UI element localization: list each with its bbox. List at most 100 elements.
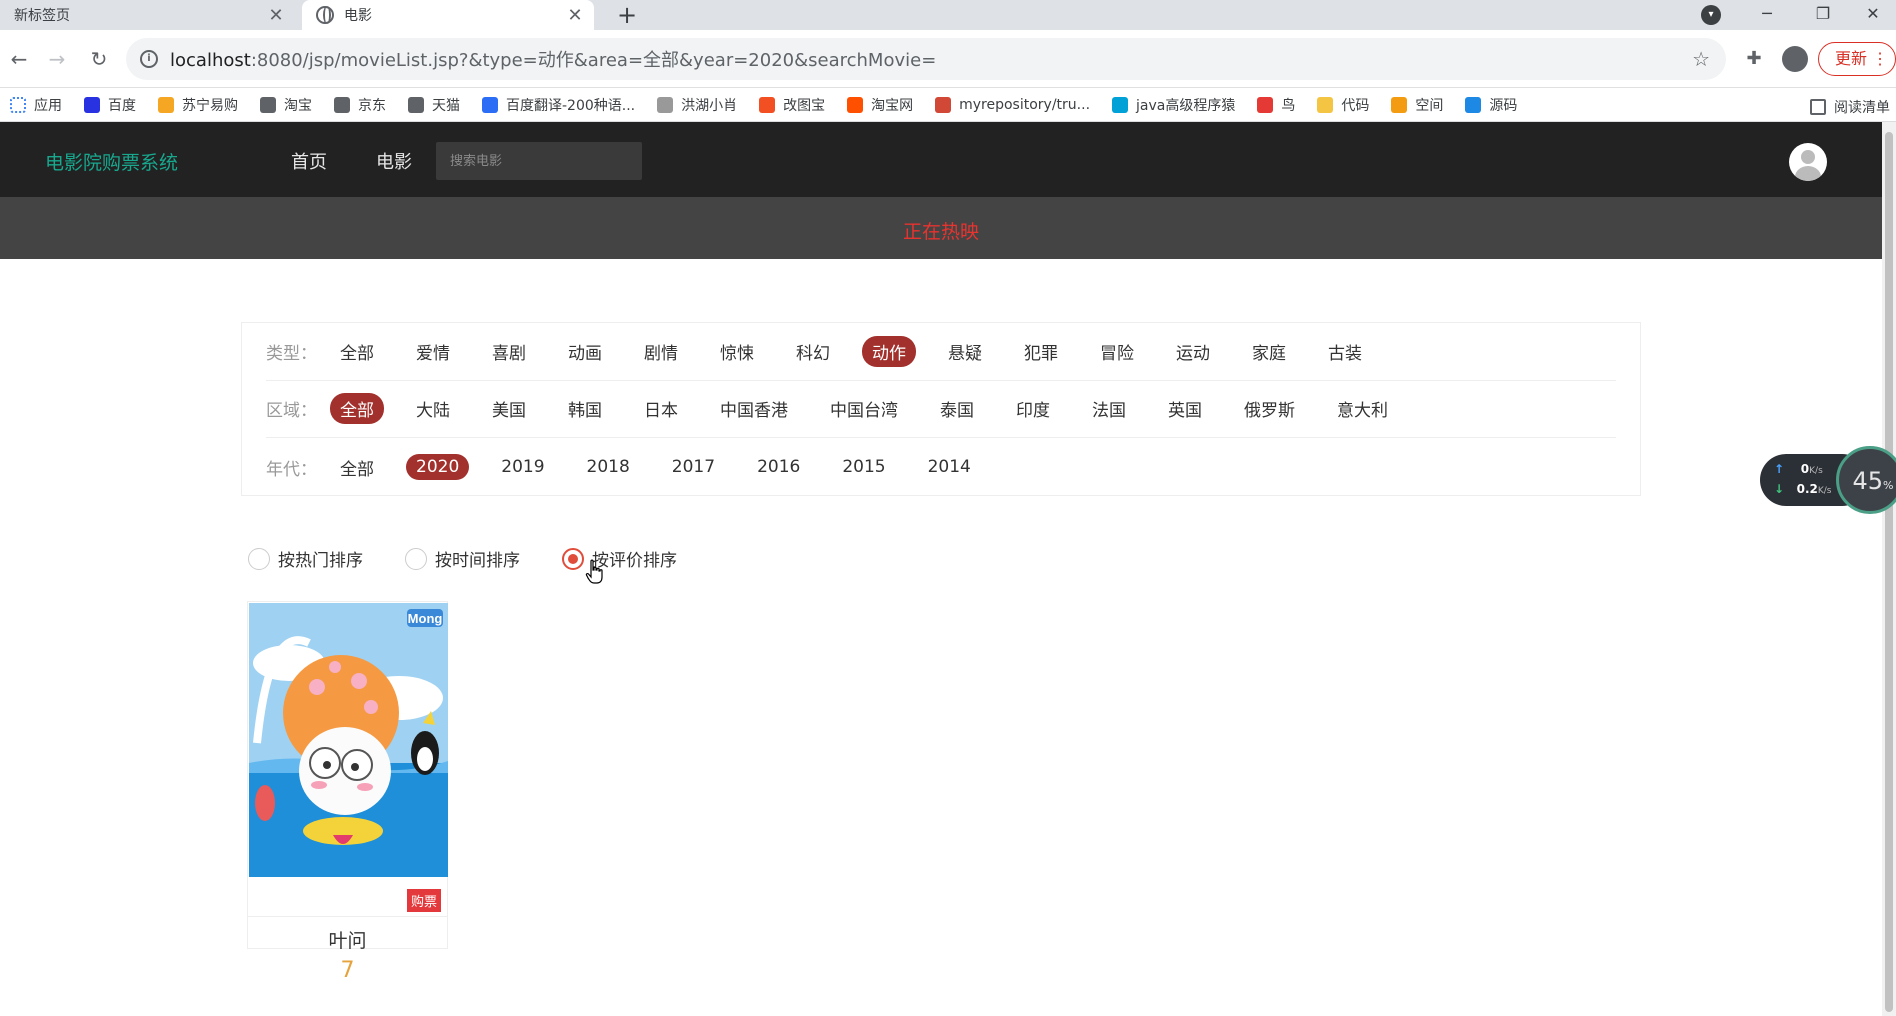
back-button[interactable]: ←: [4, 44, 34, 74]
filter-chip-type[interactable]: 惊悚: [710, 336, 764, 367]
bookmark-item[interactable]: 源码: [1465, 95, 1517, 115]
filter-chip-type[interactable]: 喜剧: [482, 336, 536, 367]
filter-chip-type[interactable]: 冒险: [1090, 336, 1144, 367]
sort-radio[interactable]: [405, 547, 427, 570]
chevron-down-icon[interactable]: ▾: [1701, 5, 1721, 25]
filter-chip-area[interactable]: 大陆: [406, 393, 460, 424]
filter-chip-area[interactable]: 美国: [482, 393, 536, 424]
tab-new-tab[interactable]: 新标签页 ✕: [0, 0, 295, 30]
filter-row-type: 类型： 全部 爱情 喜剧 动画 剧情 惊悚 科幻 动作 悬疑 犯罪 冒险 运动 家庭 古装: [266, 323, 1616, 381]
filter-chip-area[interactable]: 印度: [1006, 393, 1060, 424]
minimize-button[interactable]: ─: [1744, 0, 1790, 30]
filter-chip-year[interactable]: 2015: [832, 454, 895, 480]
filter-chip-area[interactable]: 泰国: [930, 393, 984, 424]
page-scrollbar[interactable]: [1882, 122, 1896, 1016]
bookmark-item[interactable]: 淘宝: [260, 95, 312, 115]
usage-ring: 45%: [1836, 446, 1896, 514]
filter-chip-area[interactable]: 中国台湾: [820, 393, 908, 424]
filter-chip-type[interactable]: 家庭: [1242, 336, 1296, 367]
filter-chip-area[interactable]: 法国: [1082, 393, 1136, 424]
filter-chip-area[interactable]: 英国: [1158, 393, 1212, 424]
forward-button[interactable]: →: [42, 44, 72, 74]
filter-chip-year[interactable]: 2017: [662, 454, 725, 480]
sort-option[interactable]: 按评价排序: [562, 546, 677, 571]
filter-chip-type[interactable]: 古装: [1318, 336, 1372, 367]
nav-movies-link[interactable]: 电影: [376, 148, 412, 174]
filter-chip-year[interactable]: 2014: [918, 454, 981, 480]
filter-chip-year[interactable]: 2019: [491, 454, 554, 480]
sort-option[interactable]: 按热门排序: [248, 546, 363, 571]
download-arrow-icon: ↓: [1774, 482, 1785, 496]
profile-avatar[interactable]: [1782, 46, 1808, 72]
bookmark-item[interactable]: 淘宝网: [847, 95, 913, 115]
reload-button[interactable]: ↻: [84, 44, 114, 74]
hero-banner: 正在热映: [0, 197, 1882, 259]
bookmark-item[interactable]: 苏宁易购: [158, 95, 238, 115]
info-icon[interactable]: i: [140, 50, 158, 68]
close-icon[interactable]: ✕: [263, 5, 289, 26]
reading-list[interactable]: 阅读清单: [1810, 97, 1890, 117]
filter-chip-year[interactable]: 2020: [406, 454, 470, 480]
bookmark-icon: [10, 96, 26, 113]
url-path: :8080/jsp/movieList.jsp?&type=动作&area=全部…: [250, 50, 937, 71]
filter-chip-area[interactable]: 全部: [330, 393, 384, 424]
bookmark-icon: [408, 96, 424, 113]
filter-chip-type[interactable]: 全部: [330, 336, 384, 367]
bookmark-item[interactable]: 应用: [10, 95, 62, 115]
movie-card[interactable]: Mong 购票 叶问 7: [247, 601, 448, 983]
upload-arrow-icon: ↑: [1774, 462, 1785, 476]
update-button[interactable]: 更新 ⋮: [1818, 42, 1896, 76]
filter-chip-area[interactable]: 俄罗斯: [1234, 393, 1305, 424]
scrollbar-thumb[interactable]: [1885, 132, 1893, 1012]
filter-chip-type[interactable]: 悬疑: [938, 336, 992, 367]
bookmark-item[interactable]: 京东: [334, 95, 386, 115]
bookmark-item[interactable]: 改图宝: [759, 95, 825, 115]
filter-chip-type[interactable]: 犯罪: [1014, 336, 1068, 367]
filter-chip-area[interactable]: 意大利: [1327, 393, 1398, 424]
network-monitor-widget[interactable]: ↑ 0K/s ↓ 0.2K/s 45%: [1760, 446, 1896, 514]
filter-chip-type[interactable]: 运动: [1166, 336, 1220, 367]
bookmark-icon: [260, 96, 276, 113]
buy-ticket-button[interactable]: 购票: [406, 889, 441, 912]
filter-chip-type[interactable]: 动画: [558, 336, 612, 367]
filter-chip-year[interactable]: 2018: [577, 454, 640, 480]
star-icon[interactable]: ☆: [1692, 47, 1710, 71]
bookmark-item[interactable]: 百度: [84, 95, 136, 115]
address-bar[interactable]: i localhost:8080/jsp/movieList.jsp?&type…: [126, 38, 1726, 80]
filter-chip-area[interactable]: 中国香港: [710, 393, 798, 424]
filter-chip-type[interactable]: 剧情: [634, 336, 688, 367]
movie-poster[interactable]: Mong: [249, 603, 448, 877]
sort-option[interactable]: 按时间排序: [405, 546, 520, 571]
bookmark-item[interactable]: java高级程序猿: [1112, 95, 1235, 115]
tab-movies[interactable]: 电影 ✕: [302, 0, 594, 30]
close-icon[interactable]: ✕: [562, 5, 588, 26]
new-tab-button[interactable]: +: [612, 0, 642, 30]
filter-chip-year[interactable]: 2016: [747, 454, 810, 480]
window-close-button[interactable]: ✕: [1850, 0, 1896, 30]
bookmark-item[interactable]: myrepository/tru...: [935, 96, 1090, 113]
sort-radio[interactable]: [562, 547, 584, 570]
filter-chip-year[interactable]: 全部: [330, 452, 384, 483]
filter-chip-type[interactable]: 爱情: [406, 336, 460, 367]
nav-home-link[interactable]: 首页: [291, 148, 327, 174]
sort-label: 按热门排序: [278, 551, 363, 571]
filter-chip-type[interactable]: 动作: [862, 336, 916, 367]
movie-name[interactable]: 叶问: [248, 926, 447, 953]
bookmark-item[interactable]: 百度翻译-200种语...: [482, 95, 635, 115]
bookmark-item[interactable]: 鸟: [1257, 95, 1295, 115]
filter-chip-area[interactable]: 日本: [634, 393, 688, 424]
filter-chip-type[interactable]: 科幻: [786, 336, 840, 367]
site-brand[interactable]: 电影院购票系统: [45, 148, 178, 175]
bookmark-item[interactable]: 洪湖小肖: [657, 95, 737, 115]
filter-chip-area[interactable]: 韩国: [558, 393, 612, 424]
sort-options: 按热门排序 按时间排序 按评价排序: [248, 546, 719, 571]
usage-percent-value: 45: [1852, 467, 1884, 495]
search-input[interactable]: [436, 142, 642, 180]
bookmark-item[interactable]: 空间: [1391, 95, 1443, 115]
extensions-puzzle-icon[interactable]: ✚: [1741, 46, 1767, 72]
user-avatar[interactable]: [1789, 143, 1827, 181]
sort-radio[interactable]: [248, 547, 270, 570]
bookmark-item[interactable]: 代码: [1317, 95, 1369, 115]
bookmark-item[interactable]: 天猫: [408, 95, 460, 115]
restore-button[interactable]: ❐: [1800, 0, 1846, 30]
